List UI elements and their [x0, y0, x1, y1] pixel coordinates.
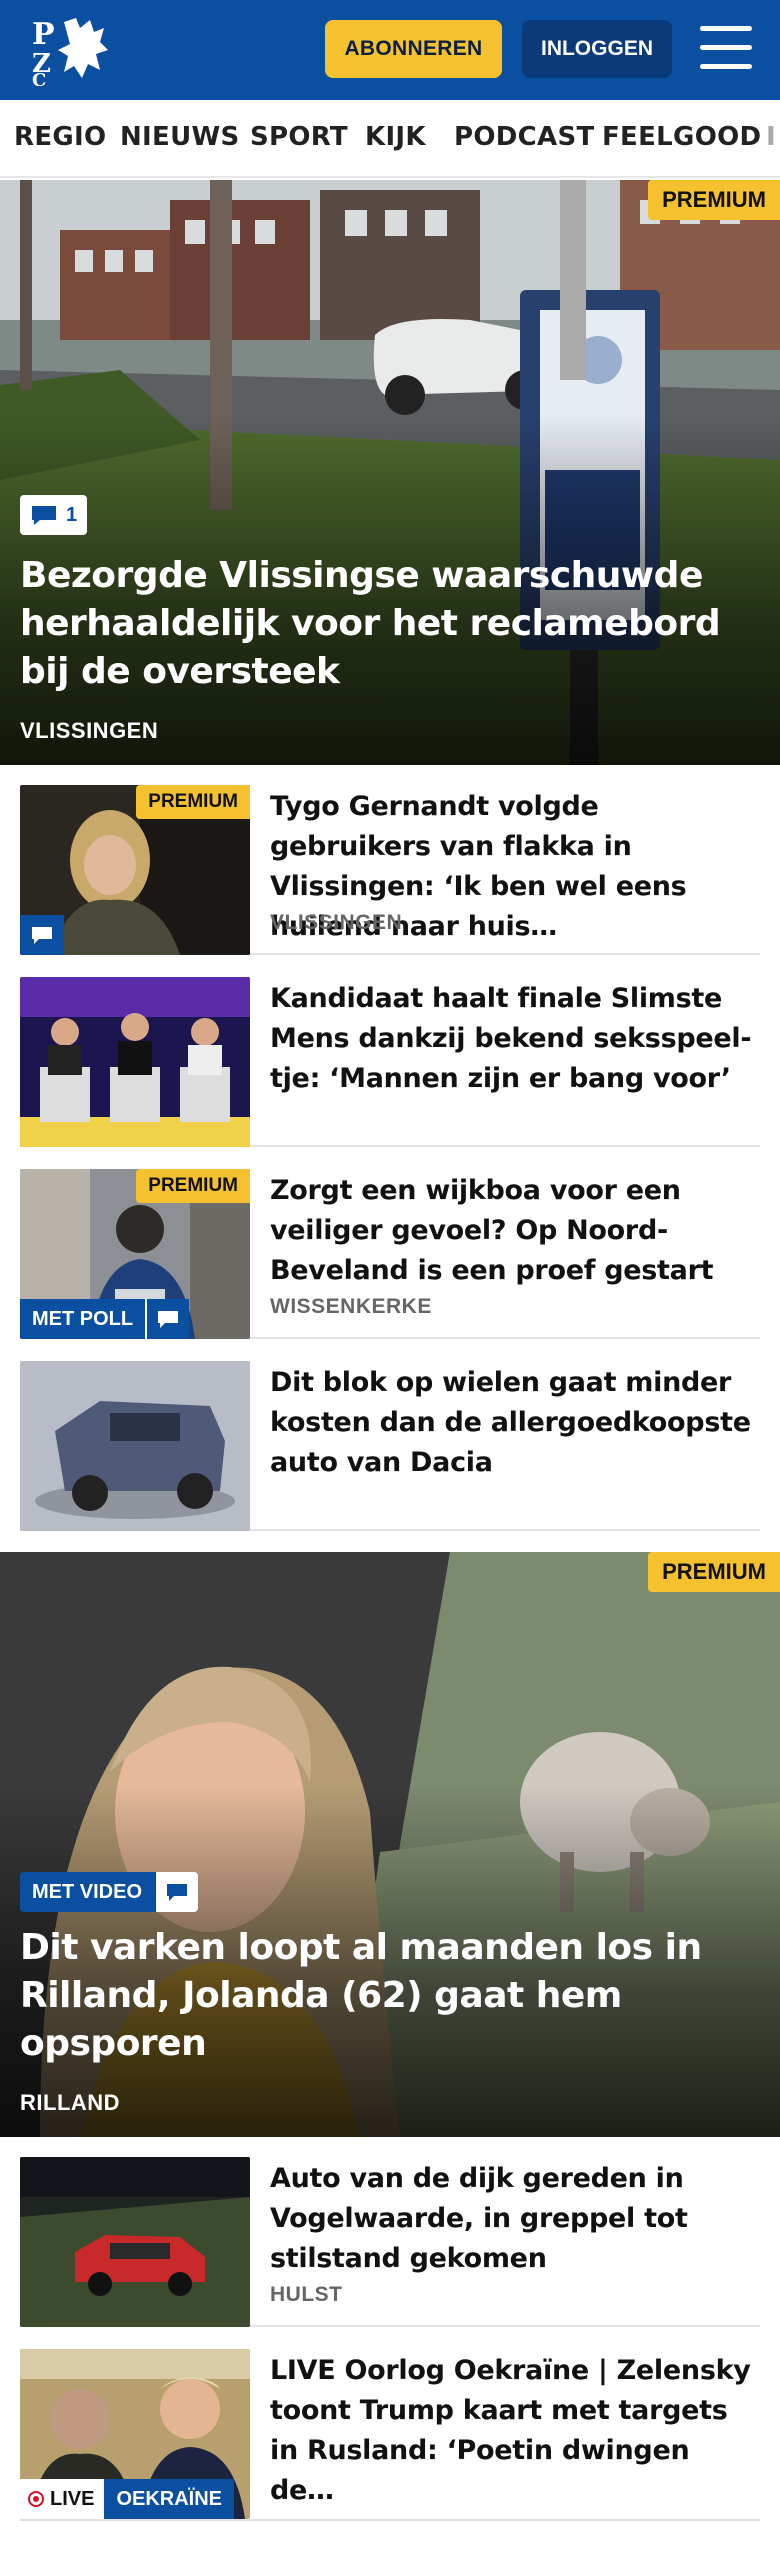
- poll-tag: MET POLL: [20, 1299, 146, 1339]
- section-nav: REGIO NIEUWS SPORT KIJK PODCAST FEELGOOD…: [0, 100, 780, 178]
- logo-lion-shape: [58, 18, 108, 78]
- article-region: HULST: [270, 2283, 343, 2306]
- list-item[interactable]: Dit blok op wielen gaat minder kosten da…: [20, 1341, 760, 1531]
- hero-article-billboard[interactable]: PREMIUM 1 Bezorgde Vlissingse waarschuwd…: [0, 180, 780, 765]
- nav-item-regio[interactable]: REGIO: [14, 122, 106, 152]
- topic-tag[interactable]: OEKRAÏNE: [104, 2479, 235, 2519]
- article-title[interactable]: Zorgt een wijkboa voor een veiliger gevo…: [270, 1171, 760, 1291]
- article-title[interactable]: Kandidaat haalt finale Slimste Mens dank…: [270, 979, 760, 1099]
- thumb-badge: LIVE OEKRAÏNE: [20, 2479, 235, 2519]
- live-label: LIVE: [50, 2488, 95, 2510]
- nav-item-podcast[interactable]: PODCAST: [454, 122, 595, 152]
- logo-letter-c: C: [32, 70, 46, 86]
- hamburger-menu-icon[interactable]: [700, 26, 752, 72]
- nav-item-more[interactable]: I: [766, 122, 776, 152]
- article-region: WISSENKERKE: [270, 1295, 432, 1318]
- article-title[interactable]: LIVE Oorlog Oekraïne | Zelensky toont Tr…: [270, 2351, 760, 2511]
- pzc-logo[interactable]: P Z C: [28, 14, 114, 91]
- list-item[interactable]: Kandidaat haalt finale Slimste Mens dank…: [20, 957, 760, 1147]
- comment-count: 1: [66, 503, 78, 526]
- premium-badge: PREMIUM: [136, 1169, 250, 1203]
- nav-item-kijk[interactable]: KIJK: [365, 122, 426, 152]
- hero-tag-row: MET VIDEO: [20, 1872, 199, 1912]
- article-thumbnail: PREMIUM: [20, 785, 250, 955]
- premium-badge: PREMIUM: [648, 180, 780, 220]
- nav-item-nieuws[interactable]: NIEUWS: [120, 122, 240, 152]
- article-thumbnail: [20, 977, 250, 1147]
- list-item[interactable]: Auto van de dijk gereden in Vogelwaarde,…: [20, 2137, 760, 2327]
- list-item[interactable]: PREMIUM MET POLL Zorgt een wijkboa voor …: [20, 1149, 760, 1339]
- article-title[interactable]: Dit blok op wielen gaat minder kosten da…: [270, 1363, 760, 1483]
- video-tag: MET VIDEO: [20, 1872, 155, 1912]
- comment-count-badge[interactable]: 1: [20, 495, 88, 535]
- comment-icon[interactable]: [145, 1299, 190, 1339]
- nav-item-feelgood[interactable]: FEELGOOD: [602, 122, 761, 152]
- login-button[interactable]: INLOGGEN: [522, 20, 672, 78]
- hero-article-pig[interactable]: PREMIUM MET VIDEO Dit varken loopt al ma…: [0, 1552, 780, 2137]
- list-item[interactable]: PREMIUM Tygo Gernandt volgde gebruikers …: [20, 765, 760, 955]
- list-item[interactable]: LIVE OEKRAÏNE LIVE Oorlog Oekraïne | Zel…: [20, 2329, 760, 2521]
- live-dot-icon: [28, 2491, 44, 2507]
- thumb-badge: [20, 915, 64, 955]
- hero-region-label: VLISSINGEN: [20, 718, 159, 743]
- subscribe-button[interactable]: ABONNEREN: [325, 20, 502, 78]
- article-thumbnail: LIVE OEKRAÏNE: [20, 2349, 250, 2519]
- hero-headline[interactable]: Dit varken loopt al maanden los in Rilla…: [20, 1924, 760, 2068]
- article-title[interactable]: Auto van de dijk gereden in Vogelwaarde,…: [270, 2159, 760, 2279]
- premium-badge: PREMIUM: [136, 785, 250, 819]
- top-header: P Z C ABONNEREN INLOGGEN: [0, 0, 780, 100]
- hero-headline[interactable]: Bezorgde Vlissingse waarschuwde herhaald…: [20, 552, 760, 696]
- comment-icon[interactable]: [20, 915, 64, 955]
- article-thumbnail: [20, 2157, 250, 2327]
- comment-icon: [32, 506, 56, 525]
- hero-region-label: RILLAND: [20, 2090, 121, 2115]
- live-badge: LIVE: [20, 2479, 105, 2519]
- logo-letter-p: P: [32, 17, 55, 52]
- comment-icon[interactable]: [154, 1872, 199, 1912]
- article-thumbnail: PREMIUM MET POLL: [20, 1169, 250, 1339]
- premium-badge: PREMIUM: [648, 1552, 780, 1592]
- article-region: VLISSINGEN: [270, 911, 403, 934]
- thumb-badge: MET POLL: [20, 1299, 190, 1339]
- nav-item-sport[interactable]: SPORT: [250, 122, 348, 152]
- article-thumbnail: [20, 1361, 250, 1531]
